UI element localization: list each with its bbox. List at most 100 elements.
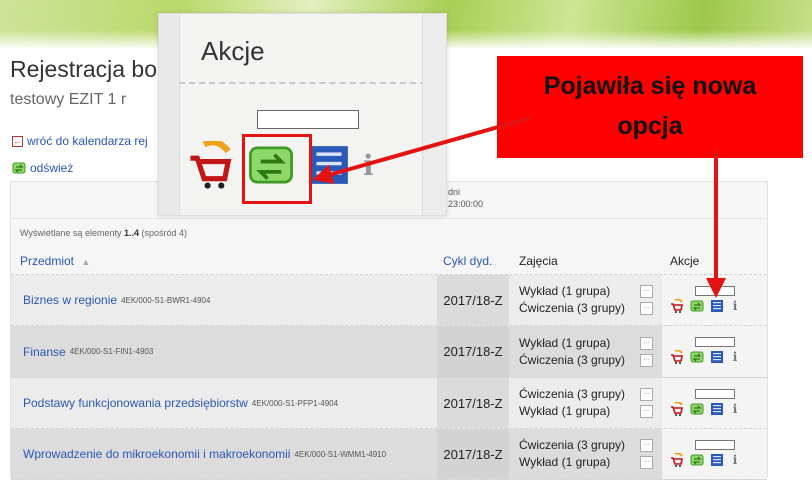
class-line: Wykład (1 grupa) … bbox=[519, 403, 653, 420]
class-details-button[interactable]: … bbox=[640, 336, 653, 350]
class-details-button[interactable]: … bbox=[640, 353, 653, 367]
zoom-divider bbox=[179, 82, 446, 84]
info-icon[interactable]: i bbox=[730, 453, 740, 467]
swap-group-icon[interactable] bbox=[690, 350, 704, 364]
class-label: Wykład (1 grupa) bbox=[519, 455, 611, 469]
cart-icon[interactable] bbox=[670, 453, 684, 467]
list-icon[interactable] bbox=[710, 299, 724, 313]
callout-line-2: opcja bbox=[617, 112, 683, 140]
refresh-link[interactable]: odśwież bbox=[12, 161, 73, 175]
list-icon[interactable] bbox=[710, 350, 724, 364]
subject-link[interactable]: Finanse bbox=[23, 345, 66, 359]
registration-deadline: dni 23:00:00 bbox=[448, 186, 483, 210]
subject-link[interactable]: Biznes w regionie bbox=[23, 293, 117, 307]
class-label: Wykład (1 grupa) bbox=[519, 284, 611, 298]
count-suffix: (spośród 4) bbox=[138, 228, 188, 238]
header-subject[interactable]: Przedmiot ▲ bbox=[20, 254, 90, 268]
sort-asc-icon: ▲ bbox=[81, 257, 91, 267]
subject-code: 4EK/000-S1-PFP1-4904 bbox=[251, 398, 339, 408]
refresh-link-label: odśwież bbox=[30, 161, 74, 175]
class-line: Ćwiczenia (3 grupy)… bbox=[519, 437, 653, 454]
swap-group-icon[interactable] bbox=[690, 402, 704, 416]
action-icons: i bbox=[670, 402, 740, 416]
actions-cell: i bbox=[662, 326, 767, 377]
actions-cell: i bbox=[662, 429, 767, 479]
subject-cell: Finanse 4EK/000-S1-FIN1-4903 bbox=[23, 326, 153, 377]
class-line: Ćwiczenia (3 grupy) … bbox=[519, 386, 653, 403]
cart-icon[interactable] bbox=[670, 402, 684, 416]
class-details-button[interactable]: … bbox=[640, 388, 653, 401]
zoom-inset-right-strip bbox=[422, 14, 446, 215]
subject-cell: Wprowadzenie do mikroekonomii i makroeko… bbox=[23, 429, 386, 479]
class-label: Wykład (1 grupa) bbox=[519, 404, 611, 418]
class-details-button[interactable]: … bbox=[640, 405, 653, 418]
callout-line-1: Pojawiła się nowa bbox=[543, 72, 757, 100]
swap-group-icon[interactable] bbox=[690, 299, 704, 313]
page-title: Rejestracja bo bbox=[10, 56, 158, 82]
actions-cell: i bbox=[662, 378, 767, 428]
action-icons: i bbox=[670, 350, 740, 364]
subject-code: 4EK/000-S1-BWR1-4904 bbox=[121, 295, 211, 305]
list-icon[interactable] bbox=[710, 402, 724, 416]
actions-cell: i bbox=[662, 275, 767, 325]
class-details-button[interactable]: … bbox=[640, 302, 653, 315]
subject-link[interactable]: Wprowadzenie do mikroekonomii i makroeko… bbox=[23, 447, 290, 461]
zoom-inset-left-strip bbox=[159, 14, 180, 215]
cycle-cell: 2017/18-Z bbox=[437, 326, 509, 377]
zoom-cart-icon bbox=[190, 141, 232, 189]
classes-cell: Wykład (1 grupa) … Ćwiczenia (3 grupy) … bbox=[519, 275, 653, 325]
zoom-info-icon: i bbox=[363, 148, 374, 182]
zoom-list-icon bbox=[310, 146, 348, 184]
basket-status-box bbox=[695, 389, 735, 399]
back-to-calendar-link[interactable]: ← wróć do kalendarza rej bbox=[12, 134, 148, 148]
back-arrow-icon: ← bbox=[12, 135, 23, 147]
class-line: Ćwiczenia (3 grupy) … bbox=[519, 352, 653, 369]
classes-cell: Ćwiczenia (3 grupy) … Wykład (1 grupa) … bbox=[519, 378, 653, 428]
list-icon[interactable] bbox=[710, 453, 724, 467]
zoom-basket-status-box bbox=[257, 110, 359, 129]
registration-panel: dni 23:00:00 Wyświetlane są elementy 1..… bbox=[10, 181, 768, 480]
cycle-cell: 2017/18-Z bbox=[437, 429, 509, 479]
table-row: Wprowadzenie do mikroekonomii i makroeko… bbox=[11, 429, 767, 480]
count-prefix: Wyświetlane są elementy bbox=[20, 228, 124, 238]
class-details-button[interactable]: … bbox=[640, 456, 653, 469]
subject-code: 4EK/000-S1-FIN1-4903 bbox=[69, 347, 154, 356]
zoom-highlight-frame bbox=[242, 134, 312, 204]
class-details-button[interactable]: … bbox=[640, 439, 653, 452]
deadline-time: 23:00:00 bbox=[448, 199, 484, 209]
class-label: Ćwiczenia (3 grupy) bbox=[519, 301, 626, 315]
classes-cell: Ćwiczenia (3 grupy)… Wykład (1 grupa) … bbox=[519, 429, 653, 479]
page-subtitle: testowy EZIT 1 r bbox=[10, 91, 127, 108]
header-cycle[interactable]: Cykl dyd. bbox=[443, 254, 492, 268]
items-count: Wyświetlane są elementy 1..4 (spośród 4) bbox=[20, 228, 187, 238]
table-row: Finanse 4EK/000-S1-FIN1-4903 2017/18-Z W… bbox=[11, 326, 767, 378]
cart-icon[interactable] bbox=[670, 350, 684, 364]
header-classes: Zajęcia bbox=[519, 254, 558, 268]
class-line: Wykład (1 grupa) … bbox=[519, 335, 653, 352]
class-label: Ćwiczenia (3 grupy) bbox=[519, 352, 626, 367]
class-details-button[interactable]: … bbox=[640, 285, 653, 298]
cycle-cell: 2017/18-Z bbox=[437, 378, 509, 428]
annotation-callout: Pojawiła się nowa opcja bbox=[497, 56, 803, 158]
class-label: Wykład (1 grupa) bbox=[519, 335, 611, 350]
deadline-label: dni bbox=[448, 187, 461, 197]
action-icons: i bbox=[670, 453, 740, 467]
swap-group-icon[interactable] bbox=[690, 453, 704, 467]
actions-zoom-inset: Akcje i bbox=[158, 13, 447, 216]
basket-status-box bbox=[695, 440, 735, 450]
cart-icon[interactable] bbox=[670, 299, 684, 313]
action-icons: i bbox=[670, 299, 740, 313]
info-icon[interactable]: i bbox=[730, 299, 740, 313]
zoom-actions-title: Akcje bbox=[201, 36, 265, 66]
header-actions: Akcje bbox=[670, 254, 700, 268]
class-label: Ćwiczenia (3 grupy) bbox=[519, 387, 626, 401]
subject-link[interactable]: Podstawy funkcjonowania przedsiębiorstw bbox=[23, 396, 248, 410]
header-subject-label: Przedmiot bbox=[20, 254, 75, 268]
info-icon[interactable]: i bbox=[730, 402, 740, 416]
refresh-icon bbox=[12, 162, 26, 174]
count-range: 1..4 bbox=[123, 228, 139, 238]
info-icon[interactable]: i bbox=[730, 350, 740, 364]
subject-code: 4EK/000-S1-WMM1-4910 bbox=[294, 449, 387, 459]
table-row: Biznes w regionie 4EK/000-S1-BWR1-4904 2… bbox=[11, 275, 767, 326]
basket-status-box bbox=[695, 286, 735, 296]
